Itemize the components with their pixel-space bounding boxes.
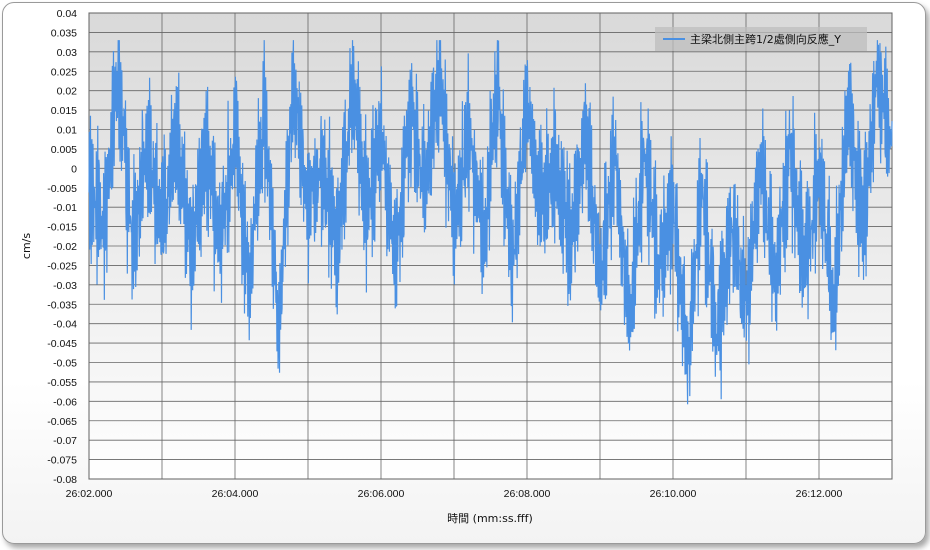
y-tick-label: -0.055: [47, 377, 77, 389]
x-axis-ticks: 26:02.000 26:04.000 26:06.000 26:08.000 26:1…: [66, 488, 843, 500]
legend-label: 主梁北側主跨1/2處側向反應_Y: [690, 32, 841, 46]
legend[interactable]: 主梁北側主跨1/2處側向反應_Y: [655, 27, 867, 51]
y-tick-label: -0.065: [47, 416, 77, 428]
x-tick-label: 26:06.000: [358, 488, 405, 500]
x-tick-label: 26:02.000: [66, 488, 113, 500]
y-tick-label: -0.015: [47, 222, 77, 234]
x-axis-title: 時間 (mm:ss.fff): [447, 512, 533, 525]
y-axis-title: cm/s: [20, 233, 33, 259]
y-tick-label: 0.01: [57, 125, 78, 137]
y-tick-label: 0: [71, 163, 77, 175]
y-tick-label: 0.015: [51, 105, 77, 117]
y-tick-label: 0.035: [51, 27, 77, 39]
y-tick-label: -0.025: [47, 260, 77, 272]
x-tick-label: 26:04.000: [212, 488, 259, 500]
y-tick-label: 0.025: [51, 66, 77, 78]
x-tick-label: 26:12.000: [796, 488, 843, 500]
y-tick-label: 0.02: [57, 86, 78, 98]
y-tick-label: 0.04: [57, 8, 78, 20]
y-tick-label: -0.01: [53, 202, 77, 214]
y-tick-label: -0.05: [53, 358, 77, 370]
y-tick-label: 0.03: [57, 47, 78, 59]
y-tick-label: -0.08: [53, 474, 77, 486]
y-tick-label: -0.075: [47, 455, 77, 467]
y-tick-label: 0.005: [51, 144, 77, 156]
line-chart: 0.04 0.035 0.03 0.025 0.02 0.015 0.01 0.005 0 -0.…: [20, 8, 893, 525]
x-tick-label: 26:08.000: [504, 488, 551, 500]
y-axis-ticks: 0.04 0.035 0.03 0.025 0.02 0.015 0.01 0.005 0 -0.…: [47, 8, 77, 486]
y-tick-label: -0.02: [53, 241, 77, 253]
x-tick-label: 26:10.000: [650, 488, 697, 500]
y-tick-label: -0.07: [53, 435, 77, 447]
y-tick-label: -0.03: [53, 280, 77, 292]
y-tick-label: -0.005: [47, 183, 77, 195]
y-tick-label: -0.035: [47, 299, 77, 311]
y-tick-label: -0.045: [47, 338, 77, 350]
y-tick-label: -0.06: [53, 396, 77, 408]
y-tick-label: -0.04: [53, 319, 77, 331]
